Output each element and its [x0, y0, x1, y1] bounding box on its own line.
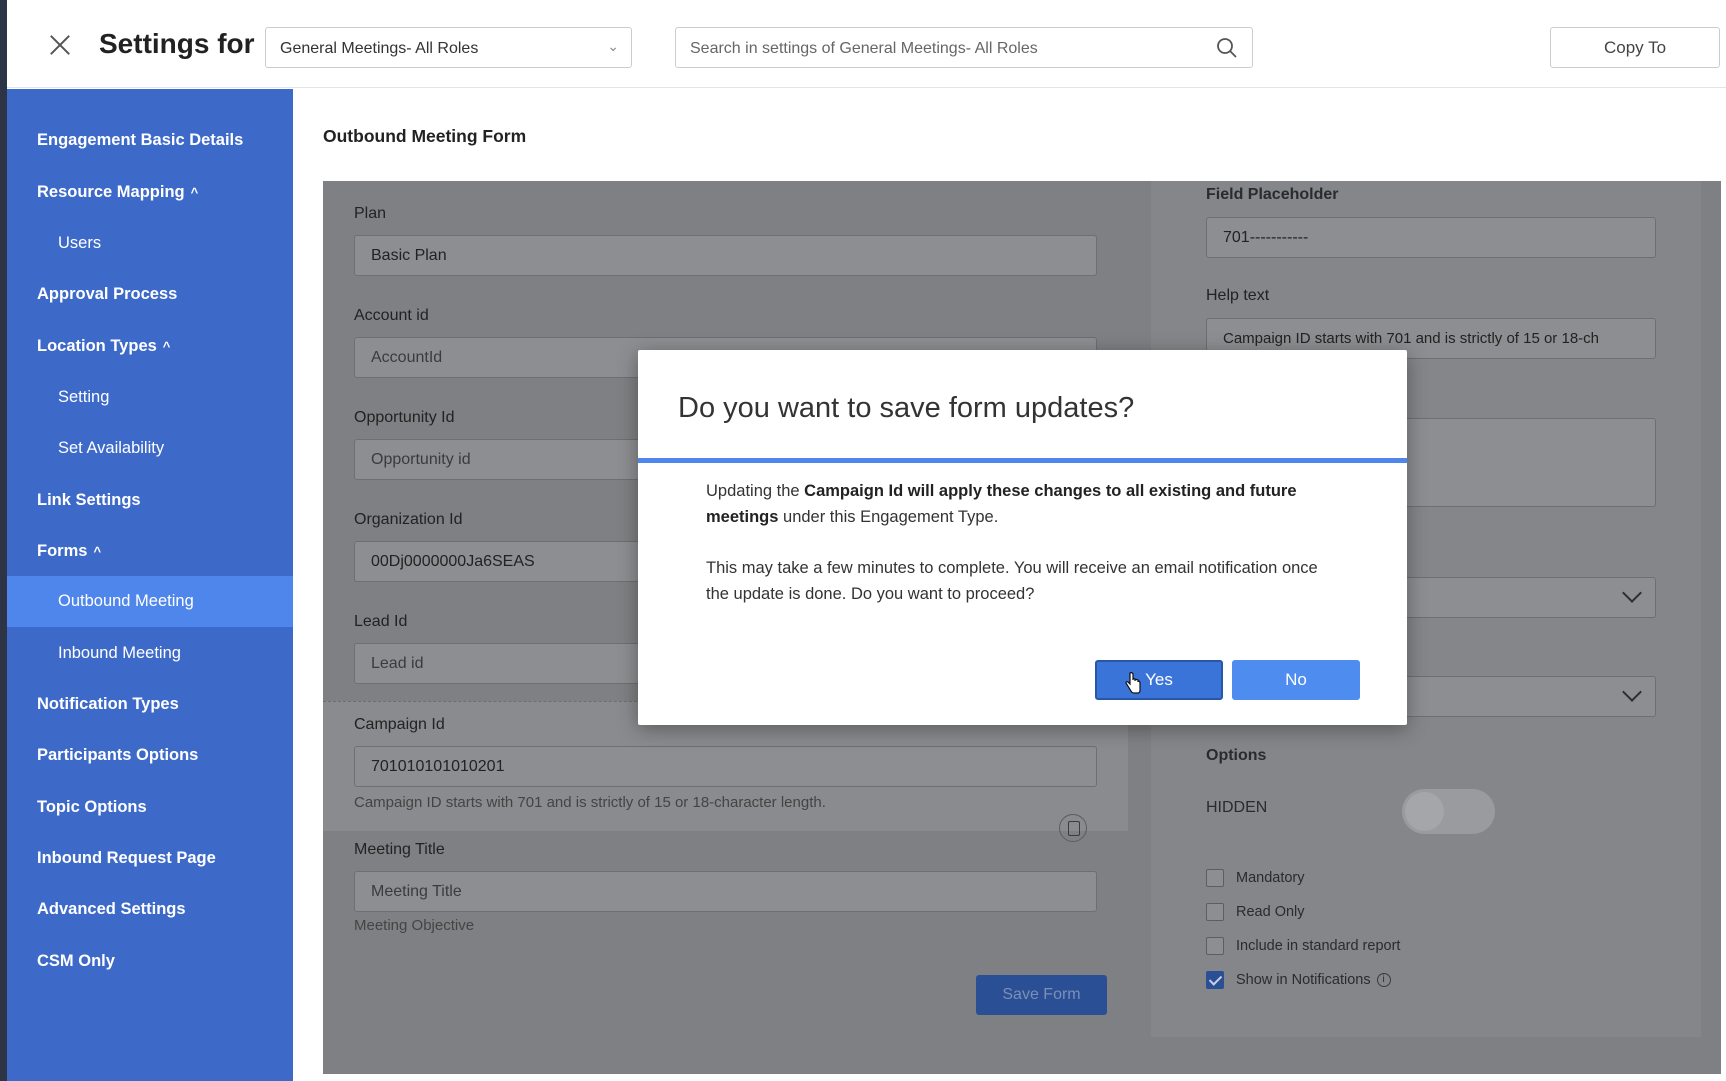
help-text-label: Help text [1206, 287, 1270, 304]
sidebar-item-inbound-request-page[interactable]: Inbound Request Page [7, 833, 293, 883]
sidebar-item-inbound-meeting[interactable]: Inbound Meeting [7, 628, 293, 678]
dialog-message-1-prefix: Updating the [706, 482, 805, 500]
campaign-id-input[interactable]: 701010101010201 [354, 746, 1097, 787]
chevron-down-icon: ⌄ [607, 38, 619, 54]
search-placeholder: Search in settings of General Meetings- … [690, 40, 1038, 57]
field-placeholder-label: Field Placeholder [1206, 186, 1339, 203]
show-in-notifications-row: Show in Notifications i [1236, 972, 1391, 988]
chevron-up-icon: ^ [190, 185, 199, 200]
info-icon[interactable]: i [1376, 973, 1391, 988]
sidebar-item-users[interactable]: Users [7, 218, 293, 268]
save-form-button[interactable]: Save Form [976, 975, 1107, 1015]
sidebar-item-notification-types[interactable]: Notification Types [7, 679, 293, 729]
dialog-title: Do you want to save form updates? [678, 392, 1135, 424]
sidebar-item-link-settings[interactable]: Link Settings [7, 475, 293, 525]
chevron-up-icon: ^ [93, 544, 102, 559]
role-select[interactable]: General Meetings- All Roles ⌄ [265, 27, 632, 68]
search-input[interactable]: Search in settings of General Meetings- … [675, 27, 1253, 68]
hidden-label: HIDDEN [1206, 799, 1268, 816]
account-id-label: Account id [354, 307, 429, 324]
dialog-message-1: Updating the Campaign Id will apply thes… [706, 478, 1326, 530]
dialog-message-1-suffix: under this Engagement Type. [778, 508, 999, 526]
sidebar-item-location-types[interactable]: Location Types ^ [7, 321, 293, 371]
mandatory-checkbox[interactable] [1206, 869, 1224, 887]
meeting-title-input[interactable]: Meeting Title [354, 871, 1097, 912]
form-title: Outbound Meeting Form [323, 126, 527, 146]
sidebar-item-set-availability[interactable]: Set Availability [7, 423, 293, 473]
plan-input[interactable]: Basic Plan [354, 235, 1097, 276]
meeting-title-hint: Meeting Objective [354, 917, 475, 934]
sidebar-item-csm-only[interactable]: CSM Only [7, 936, 293, 986]
plan-label: Plan [354, 205, 387, 222]
meeting-title-label: Meeting Title [354, 841, 445, 858]
sidebar-item-approval-process[interactable]: Approval Process [7, 269, 293, 319]
chevron-up-icon: ^ [162, 339, 171, 354]
yes-button[interactable]: Yes [1095, 660, 1223, 700]
hand-cursor-icon [1125, 672, 1141, 694]
field-placeholder-input[interactable]: 701----------- [1206, 217, 1656, 258]
include-standard-report-checkbox[interactable] [1206, 937, 1224, 955]
dialog-message-2: This may take a few minutes to complete.… [706, 559, 1318, 603]
sidebar-item-topic-options[interactable]: Topic Options [7, 782, 293, 832]
page-title: Settings for [99, 28, 255, 59]
show-in-notifications-checkbox[interactable] [1206, 971, 1224, 989]
window-edge [0, 0, 7, 1081]
hidden-toggle[interactable] [1402, 789, 1495, 834]
options-label: Options [1206, 747, 1267, 764]
organization-id-label: Organization Id [354, 511, 463, 528]
header: Settings for General Meetings- All Roles… [7, 0, 1726, 88]
read-only-checkbox[interactable] [1206, 903, 1224, 921]
save-confirmation-dialog: Do you want to save form updates? Updati… [638, 350, 1407, 725]
dialog-accent-bar [638, 458, 1407, 463]
sidebar-item-engagement-basic-details[interactable]: Engagement Basic Details [7, 115, 293, 165]
lead-id-label: Lead Id [354, 613, 408, 630]
include-standard-report-label: Include in standard report [1236, 938, 1401, 954]
close-icon[interactable] [45, 30, 75, 60]
sidebar-item-resource-mapping[interactable]: Resource Mapping ^ [7, 167, 293, 217]
sidebar: Engagement Basic Details Resource Mappin… [7, 89, 293, 1081]
sidebar-item-setting[interactable]: Setting [7, 372, 293, 422]
campaign-id-hint: Campaign ID starts with 701 and is stric… [354, 794, 826, 811]
search-icon[interactable] [1216, 37, 1238, 59]
read-only-label: Read Only [1236, 904, 1305, 920]
sidebar-item-outbound-meeting[interactable]: Outbound Meeting [7, 576, 293, 627]
role-select-value: General Meetings- All Roles [280, 40, 479, 57]
sidebar-item-forms[interactable]: Forms ^ [7, 526, 293, 576]
mandatory-label: Mandatory [1236, 870, 1305, 886]
copy-icon[interactable] [1059, 814, 1087, 842]
sidebar-item-participants-options[interactable]: Participants Options [7, 730, 293, 780]
opportunity-id-label: Opportunity Id [354, 409, 455, 426]
sidebar-item-advanced-settings[interactable]: Advanced Settings [7, 884, 293, 934]
copy-to-button[interactable]: Copy To [1550, 27, 1720, 68]
show-in-notifications-label: Show in Notifications [1236, 972, 1371, 988]
campaign-id-label: Campaign Id [354, 716, 445, 733]
no-button[interactable]: No [1232, 660, 1360, 700]
